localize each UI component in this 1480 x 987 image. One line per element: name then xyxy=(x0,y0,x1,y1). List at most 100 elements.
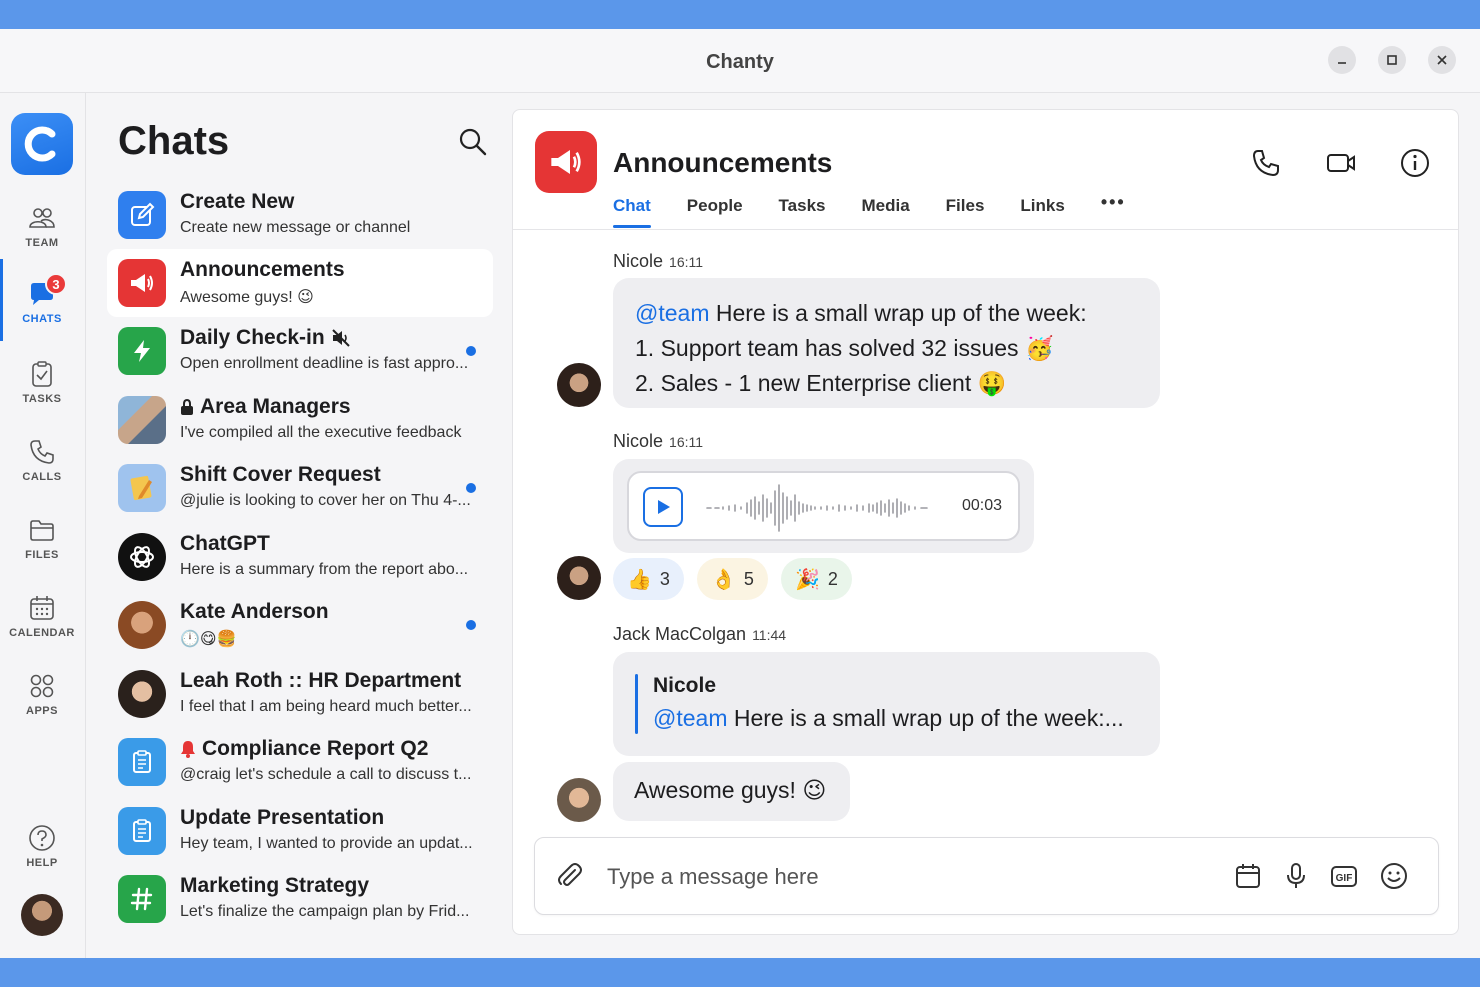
schedule-calendar-icon[interactable] xyxy=(1233,861,1263,891)
chat-name: Leah Roth :: HR Department xyxy=(180,669,462,692)
avatar-photo xyxy=(118,601,166,649)
rail-item-calls[interactable]: CALLS xyxy=(0,437,84,483)
chat-preview: I've compiled all the executive feedback xyxy=(180,424,462,441)
maximize-button[interactable] xyxy=(1378,46,1406,74)
bell-icon xyxy=(181,741,195,758)
chat-preview: Hey team, I wanted to provide an updat..… xyxy=(180,835,473,852)
microphone-icon[interactable] xyxy=(1281,861,1311,891)
reaction-count: 5 xyxy=(743,568,754,589)
avatar[interactable] xyxy=(557,556,601,600)
title-bar: Chanty xyxy=(0,29,1480,93)
chat-name: Create New xyxy=(180,190,295,213)
reaction-emoji: 👌 xyxy=(711,568,736,591)
clipboard-list-icon xyxy=(118,738,166,786)
reaction-emoji: 👍 xyxy=(627,568,652,591)
hashtag-icon xyxy=(118,875,166,923)
chat-name: Update Presentation xyxy=(180,806,385,829)
user-avatar[interactable] xyxy=(21,894,63,936)
tab-links[interactable]: Links xyxy=(1020,196,1064,228)
chat-row-area-managers[interactable]: Area Managers I've compiled all the exec… xyxy=(107,386,493,454)
message-composer: GIF xyxy=(534,837,1439,915)
mention-link[interactable]: @team xyxy=(653,705,727,731)
chat-list-title: Chats xyxy=(118,119,230,163)
rail-item-tasks[interactable]: TASKS xyxy=(0,359,84,405)
tab-tasks[interactable]: Tasks xyxy=(779,196,826,228)
quote-bar xyxy=(635,674,638,734)
chat-row-compliance-report[interactable]: Compliance Report Q2 @craig let's schedu… xyxy=(107,728,493,796)
chat-name: Kate Anderson xyxy=(180,600,329,623)
reaction-ok-hand[interactable]: 👌 5 xyxy=(697,558,768,600)
avatar[interactable] xyxy=(557,778,601,822)
video-call-icon[interactable] xyxy=(1325,147,1357,179)
quote-author: Nicole xyxy=(653,674,717,697)
chat-row-daily-check-in[interactable]: Daily Check-in Open enrollment deadline … xyxy=(107,317,493,385)
tab-media[interactable]: Media xyxy=(861,196,909,228)
reaction-party[interactable]: 🎉 2 xyxy=(781,558,852,600)
reaction-count: 2 xyxy=(827,568,838,589)
close-icon xyxy=(1437,55,1447,65)
emoji-icon[interactable] xyxy=(1379,861,1409,891)
message-time: 16:11 xyxy=(669,254,704,270)
minimize-button[interactable] xyxy=(1328,46,1356,74)
tab-people[interactable]: People xyxy=(687,196,743,228)
rail-label-help: HELP xyxy=(26,857,58,869)
team-icon xyxy=(29,208,55,228)
rail-label-files: FILES xyxy=(25,549,59,561)
chat-preview: Open enrollment deadline is fast appro..… xyxy=(180,355,469,372)
avatar[interactable] xyxy=(557,363,601,407)
chat-name-text: Area Managers xyxy=(200,395,351,418)
chat-name: Marketing Strategy xyxy=(180,874,370,897)
chat-row-leah-roth[interactable]: Leah Roth :: HR Department I feel that I… xyxy=(107,660,493,728)
voice-message-bubble: 00:03 xyxy=(613,459,1034,553)
unread-dot xyxy=(466,346,476,356)
svg-text:GIF: GIF xyxy=(1336,873,1353,884)
paperclip-icon[interactable] xyxy=(555,861,585,891)
rail-item-help[interactable]: HELP xyxy=(0,823,84,869)
chat-row-kate-anderson[interactable]: Kate Anderson 🕛😋🍔 xyxy=(107,591,493,659)
chanty-logo[interactable] xyxy=(11,113,73,175)
reaction-thumbs-up[interactable]: 👍 3 xyxy=(613,558,684,600)
phone-call-icon[interactable] xyxy=(1250,147,1282,179)
muted-speaker-icon xyxy=(332,329,350,347)
search-icon[interactable] xyxy=(458,127,488,157)
message-time: 11:44 xyxy=(752,627,787,643)
close-button[interactable] xyxy=(1428,46,1456,74)
chat-row-shift-cover-request[interactable]: Shift Cover Request @julie is looking to… xyxy=(107,454,493,522)
chat-row-marketing-strategy[interactable]: Marketing Strategy Let's finalize the ca… xyxy=(107,865,493,933)
chat-preview: Awesome guys! 😉 xyxy=(180,289,314,306)
maximize-icon xyxy=(1387,55,1397,65)
rail-label-apps: APPS xyxy=(26,705,58,717)
chat-row-update-presentation[interactable]: Update Presentation Hey team, I wanted t… xyxy=(107,797,493,865)
info-icon[interactable] xyxy=(1399,147,1431,179)
quoted-reply-bubble[interactable]: Nicole @team Here is a small wrap up of … xyxy=(613,652,1160,756)
chat-name-text: Daily Check-in xyxy=(180,326,325,349)
chat-row-announcements[interactable]: Announcements Awesome guys! 😉 xyxy=(107,249,493,317)
chat-name: Compliance Report Q2 xyxy=(180,737,428,761)
chat-name: Announcements xyxy=(180,258,345,281)
chat-preview: Let's finalize the campaign plan by Frid… xyxy=(180,903,470,920)
chat-preview: Here is a summary from the report abo... xyxy=(180,561,469,578)
chat-row-chatgpt[interactable]: ChatGPT Here is a summary from the repor… xyxy=(107,523,493,591)
rail-item-apps[interactable]: APPS xyxy=(0,671,84,717)
tab-more[interactable]: ••• xyxy=(1101,192,1126,224)
chat-name: ChatGPT xyxy=(180,532,270,555)
chat-preview: I feel that I am being heard much better… xyxy=(180,698,472,715)
play-button[interactable] xyxy=(643,487,683,527)
gif-icon[interactable]: GIF xyxy=(1329,861,1359,891)
rail-item-calendar[interactable]: CALENDAR xyxy=(0,593,84,639)
chat-row-create-new[interactable]: Create New Create new message or channel xyxy=(107,181,493,249)
tab-chat[interactable]: Chat xyxy=(613,196,651,228)
chat-preview: @julie is looking to cover her on Thu 4-… xyxy=(180,492,471,509)
rail-item-files[interactable]: FILES xyxy=(0,515,84,561)
window-title: Chanty xyxy=(706,51,774,73)
waveform xyxy=(706,484,928,532)
mention-link[interactable]: @team xyxy=(635,300,709,326)
rail-item-chats[interactable]: 3 CHATS xyxy=(0,273,84,325)
message-sender: Nicole 16:11 xyxy=(613,431,703,452)
avatar-photo xyxy=(118,670,166,718)
message-input[interactable] xyxy=(607,862,1207,892)
quote-text: @team Here is a small wrap up of the wee… xyxy=(653,705,1124,732)
tab-files[interactable]: Files xyxy=(946,196,985,228)
rail-item-team[interactable]: TEAM xyxy=(0,203,84,249)
folder-icon xyxy=(30,520,54,541)
